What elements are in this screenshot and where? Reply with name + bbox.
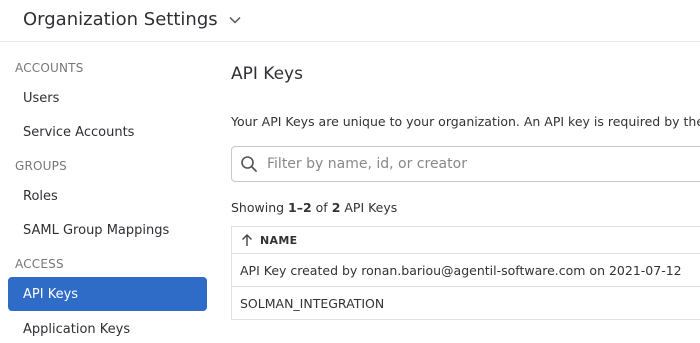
table-row[interactable]: API Key created by ronan.bariou@agentil-… xyxy=(231,254,700,287)
api-key-name: SOLMAN_INTEGRATION xyxy=(240,295,385,311)
sidebar-item-label: Roles xyxy=(23,188,58,204)
page-title-org: Organization Settings xyxy=(23,9,218,30)
sidebar-item-label: Application Keys xyxy=(23,321,131,337)
page-description: Your API Keys are unique to your organiz… xyxy=(231,114,700,129)
sidebar-item-saml-group-mappings[interactable]: SAML Group Mappings xyxy=(8,213,207,247)
sidebar-section-accounts: ACCOUNTS xyxy=(15,61,84,75)
main-content: API Keys Your API Keys are unique to you… xyxy=(231,42,700,343)
sidebar-item-api-keys[interactable]: API Keys xyxy=(8,277,207,311)
results-count-suffix: API Keys xyxy=(340,200,398,215)
top-bar: Organization Settings xyxy=(0,0,700,42)
sidebar-section-access: ACCESS xyxy=(15,257,64,271)
sidebar-item-label: API Keys xyxy=(23,286,79,302)
results-count-range: 1–2 xyxy=(288,200,312,215)
sidebar-item-service-accounts[interactable]: Service Accounts xyxy=(8,115,207,149)
column-header-label: NAME xyxy=(260,233,298,247)
chevron-down-icon xyxy=(229,16,241,24)
search-icon xyxy=(241,156,257,172)
sort-ascending-icon xyxy=(242,234,252,246)
sidebar-item-label: SAML Group Mappings xyxy=(23,222,170,238)
sidebar-item-application-keys[interactable]: Application Keys xyxy=(8,312,207,343)
table-row[interactable]: SOLMAN_INTEGRATION xyxy=(231,287,700,320)
results-count-prefix: Showing xyxy=(231,200,289,215)
sidebar-item-label: Service Accounts xyxy=(23,124,135,140)
sidebar: ACCOUNTS Users Service Accounts GROUPS R… xyxy=(0,42,215,343)
org-settings-dropdown[interactable]: Organization Settings xyxy=(23,9,242,30)
column-header-name[interactable]: NAME xyxy=(231,226,700,254)
results-count-middle: of xyxy=(311,200,332,215)
page-title: API Keys xyxy=(231,64,303,84)
sidebar-item-users[interactable]: Users xyxy=(8,81,207,115)
api-keys-table: NAME API Key created by ronan.bariou@age… xyxy=(231,226,700,320)
search-input[interactable] xyxy=(267,156,667,172)
sidebar-section-groups: GROUPS xyxy=(15,159,67,173)
sidebar-item-roles[interactable]: Roles xyxy=(8,179,207,213)
api-key-name: API Key created by ronan.bariou@agentil-… xyxy=(240,262,682,278)
search-box[interactable] xyxy=(231,146,700,182)
results-count: Showing 1–2 of 2 API Keys xyxy=(231,200,397,215)
sidebar-item-label: Users xyxy=(23,90,60,106)
